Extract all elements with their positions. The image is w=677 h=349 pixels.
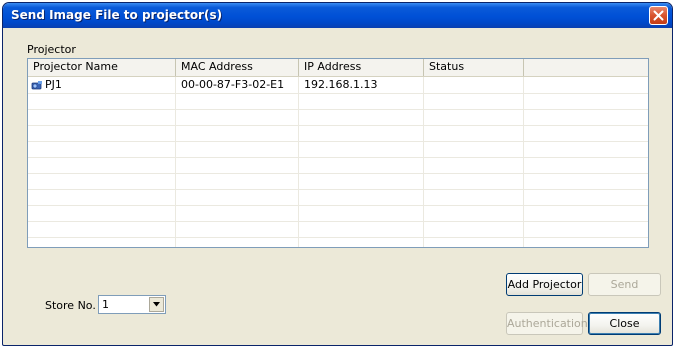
store-no-select[interactable]: 1 (98, 295, 166, 314)
store-no-value: 1 (102, 298, 109, 311)
table-row (28, 109, 648, 126)
column-header-status[interactable]: Status (424, 59, 524, 76)
table-row (28, 93, 648, 110)
table-row (28, 173, 648, 190)
list-header: Projector Name MAC Address IP Address St… (28, 59, 648, 77)
column-header-empty (524, 59, 648, 76)
window-title: Send Image File to projector(s) (11, 8, 223, 22)
cell-projector-name: PJ1 (28, 77, 176, 93)
close-icon (653, 10, 664, 21)
column-header-mac-address[interactable]: MAC Address (176, 59, 299, 76)
table-row (28, 157, 648, 174)
close-button[interactable]: Close (588, 312, 661, 335)
projector-list[interactable]: Projector Name MAC Address IP Address St… (27, 58, 649, 248)
store-no-label: Store No. (45, 299, 96, 312)
chevron-down-icon (153, 302, 160, 307)
table-row (28, 221, 648, 238)
window-close-button[interactable] (649, 6, 668, 25)
add-projector-button[interactable]: Add Projector (506, 273, 583, 296)
table-row (28, 237, 648, 247)
column-header-ip-address[interactable]: IP Address (299, 59, 424, 76)
title-bar[interactable]: Send Image File to projector(s) (3, 3, 672, 28)
table-row[interactable]: PJ1 00-00-87-F3-02-E1 192.168.1.13 (28, 77, 648, 94)
cell-ip-address: 192.168.1.13 (304, 78, 378, 91)
table-row (28, 125, 648, 142)
projector-icon (31, 80, 42, 89)
column-header-projector-name[interactable]: Projector Name (28, 59, 176, 76)
dialog-window: Send Image File to projector(s) Projecto… (2, 2, 673, 346)
send-button[interactable]: Send (588, 273, 661, 296)
table-row (28, 141, 648, 158)
list-body: PJ1 00-00-87-F3-02-E1 192.168.1.13 (28, 77, 648, 247)
table-row (28, 205, 648, 222)
table-row (28, 189, 648, 206)
store-no-dropdown-button[interactable] (149, 297, 164, 312)
cell-mac-address: 00-00-87-F3-02-E1 (181, 78, 285, 91)
projector-name-text: PJ1 (45, 78, 62, 91)
cell-status (424, 77, 524, 93)
projector-group-label: Projector (27, 43, 76, 56)
authentication-button[interactable]: Authentication (506, 312, 588, 335)
